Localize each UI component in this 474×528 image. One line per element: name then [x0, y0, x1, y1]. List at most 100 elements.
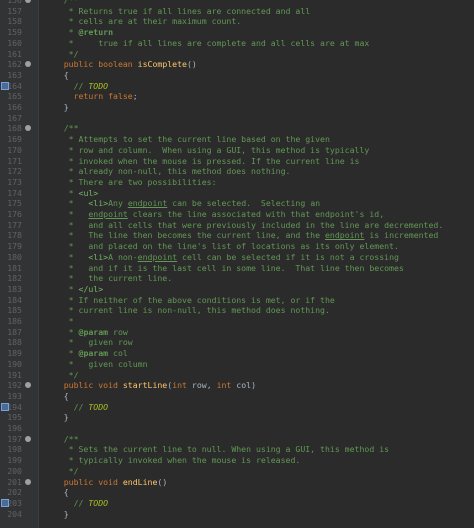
code-text[interactable]: * invoked when the mouse is pressed. If … [44, 156, 360, 167]
code-line[interactable]: 194 // TODO [0, 402, 474, 413]
code-line[interactable]: 180 * <li>A non-endpoint cell can be sel… [0, 252, 474, 263]
code-line[interactable]: 168 /** [0, 123, 474, 134]
code-text[interactable]: * @return [44, 27, 113, 38]
code-line[interactable]: 186 * [0, 316, 474, 327]
code-line[interactable]: 197 /** [0, 434, 474, 445]
code-text[interactable]: public void endLine() [44, 477, 168, 488]
code-line[interactable]: 203 // TODO [0, 498, 474, 509]
code-line[interactable]: 202 { [0, 487, 474, 498]
code-text[interactable]: * current line is non-null, this method … [44, 305, 330, 316]
code-text[interactable]: * [44, 316, 74, 327]
code-line[interactable]: 185 * current line is non-null, this met… [0, 305, 474, 316]
code-line[interactable]: 183 * </ul> [0, 284, 474, 295]
code-line[interactable]: 187 * @param row [0, 327, 474, 338]
code-text[interactable]: * given row [44, 337, 133, 348]
code-line[interactable]: 167 [0, 113, 474, 124]
code-line[interactable]: 204 } [0, 509, 474, 520]
code-text[interactable]: * and placed on the line's list of locat… [44, 241, 399, 252]
code-line[interactable]: 169 * Attempts to set the current line b… [0, 134, 474, 145]
code-text[interactable]: * Sets the current line to null. When us… [44, 444, 389, 455]
fold-marker-icon[interactable] [25, 61, 31, 68]
code-text[interactable]: */ [44, 370, 79, 381]
todo-bookmark-icon[interactable] [1, 498, 9, 507]
code-text[interactable]: { [44, 487, 69, 498]
todo-bookmark-icon[interactable] [1, 402, 9, 411]
code-line[interactable]: 196 [0, 423, 474, 434]
code-line[interactable]: 182 * the current line. [0, 273, 474, 284]
code-line[interactable]: 157 * Returns true if all lines are conn… [0, 6, 474, 17]
code-line[interactable]: 184 * If neither of the above conditions… [0, 295, 474, 306]
code-text[interactable]: * true if all lines are complete and all… [44, 38, 370, 49]
fold-marker-icon[interactable] [25, 435, 31, 442]
code-line[interactable]: 200 */ [0, 466, 474, 477]
code-text[interactable]: * If neither of the above conditions is … [44, 295, 335, 306]
fold-marker-icon[interactable] [25, 0, 31, 3]
code-editor[interactable]: 156 /** 157 * Returns true if all lines a… [0, 0, 474, 528]
code-text[interactable]: * row and column. When using a GUI, this… [44, 145, 370, 156]
code-text[interactable]: * endpoint clears the line associated wi… [44, 209, 385, 220]
code-line[interactable]: 188 * given row [0, 337, 474, 348]
code-line[interactable]: 158 * cells are at their maximum count. [0, 16, 474, 27]
code-text[interactable]: * @param row [44, 327, 128, 338]
fold-marker-icon[interactable] [25, 382, 31, 389]
code-text[interactable]: // TODO [44, 402, 109, 413]
code-line[interactable]: 161 */ [0, 49, 474, 60]
code-line[interactable]: 179 * and placed on the line's list of l… [0, 241, 474, 252]
code-line[interactable]: 174 * <ul> [0, 188, 474, 199]
code-line[interactable]: 165 return false; [0, 91, 474, 102]
code-line[interactable]: 170 * row and column. When using a GUI, … [0, 145, 474, 156]
code-text[interactable]: */ [44, 466, 79, 477]
code-text[interactable]: */ [44, 49, 79, 60]
code-text[interactable]: * already non-null, this method does not… [44, 166, 291, 177]
code-line[interactable]: 171 * invoked when the mouse is pressed.… [0, 156, 474, 167]
code-text[interactable]: * </ul> [44, 284, 104, 295]
code-text[interactable]: * cells are at their maximum count. [44, 16, 242, 27]
fold-marker-icon[interactable] [25, 478, 31, 485]
code-text[interactable]: // TODO [44, 81, 109, 92]
code-line[interactable]: 190 * given column [0, 359, 474, 370]
code-text[interactable]: * <ul> [44, 188, 99, 199]
code-line[interactable]: 176 * endpoint clears the line associate… [0, 209, 474, 220]
code-text[interactable]: * and all cells that were previously inc… [44, 220, 444, 231]
code-text[interactable]: /** [44, 434, 79, 445]
code-text[interactable]: * @param col [44, 348, 128, 359]
code-line[interactable]: 162 public boolean isComplete() [0, 59, 474, 70]
code-text[interactable]: * Returns true if all lines are connecte… [44, 6, 311, 17]
code-text[interactable]: * <li>A non-endpoint cell can be selecte… [44, 252, 399, 263]
code-line[interactable]: 181 * and if it is the last cell in some… [0, 263, 474, 274]
code-text[interactable]: return false; [44, 91, 138, 102]
code-line[interactable]: 195 } [0, 412, 474, 423]
code-text[interactable]: // TODO [44, 498, 109, 509]
code-text[interactable]: * given column [44, 359, 148, 370]
code-text[interactable]: public boolean isComplete() [44, 59, 197, 70]
code-line[interactable]: 160 * true if all lines are complete and… [0, 38, 474, 49]
code-line[interactable]: 164 // TODO [0, 81, 474, 92]
code-text[interactable]: * Attempts to set the current line based… [44, 134, 330, 145]
code-text[interactable]: { [44, 70, 69, 81]
code-line[interactable]: 189 * @param col [0, 348, 474, 359]
code-line[interactable]: 201 public void endLine() [0, 477, 474, 488]
code-line[interactable]: 172 * already non-null, this method does… [0, 166, 474, 177]
code-line[interactable]: 193 { [0, 391, 474, 402]
code-text[interactable]: /** [44, 123, 79, 134]
code-line[interactable]: 159 * @return [0, 27, 474, 38]
code-text[interactable]: } [44, 509, 69, 520]
code-line[interactable]: 192 public void startLine(int row, int c… [0, 380, 474, 391]
code-line[interactable]: 178 * The line then becomes the current … [0, 230, 474, 241]
code-line[interactable]: 163 { [0, 70, 474, 81]
code-text[interactable]: * the current line. [44, 273, 173, 284]
code-line[interactable]: 191 */ [0, 370, 474, 381]
code-text[interactable]: } [44, 102, 69, 113]
code-line[interactable]: 198 * Sets the current line to null. Whe… [0, 444, 474, 455]
code-text[interactable]: public void startLine(int row, int col) [44, 380, 256, 391]
code-text[interactable]: * and if it is the last cell in some lin… [44, 263, 404, 274]
code-text[interactable]: } [44, 412, 69, 423]
code-text[interactable]: * There are two possibilities: [44, 177, 217, 188]
code-text[interactable]: * The line then becomes the current line… [44, 230, 439, 241]
code-line[interactable]: 166 } [0, 102, 474, 113]
code-text[interactable]: { [44, 391, 69, 402]
code-text[interactable]: * typically invoked when the mouse is re… [44, 455, 301, 466]
todo-bookmark-icon[interactable] [1, 81, 9, 90]
code-line[interactable]: 199 * typically invoked when the mouse i… [0, 455, 474, 466]
code-line[interactable]: 173 * There are two possibilities: [0, 177, 474, 188]
